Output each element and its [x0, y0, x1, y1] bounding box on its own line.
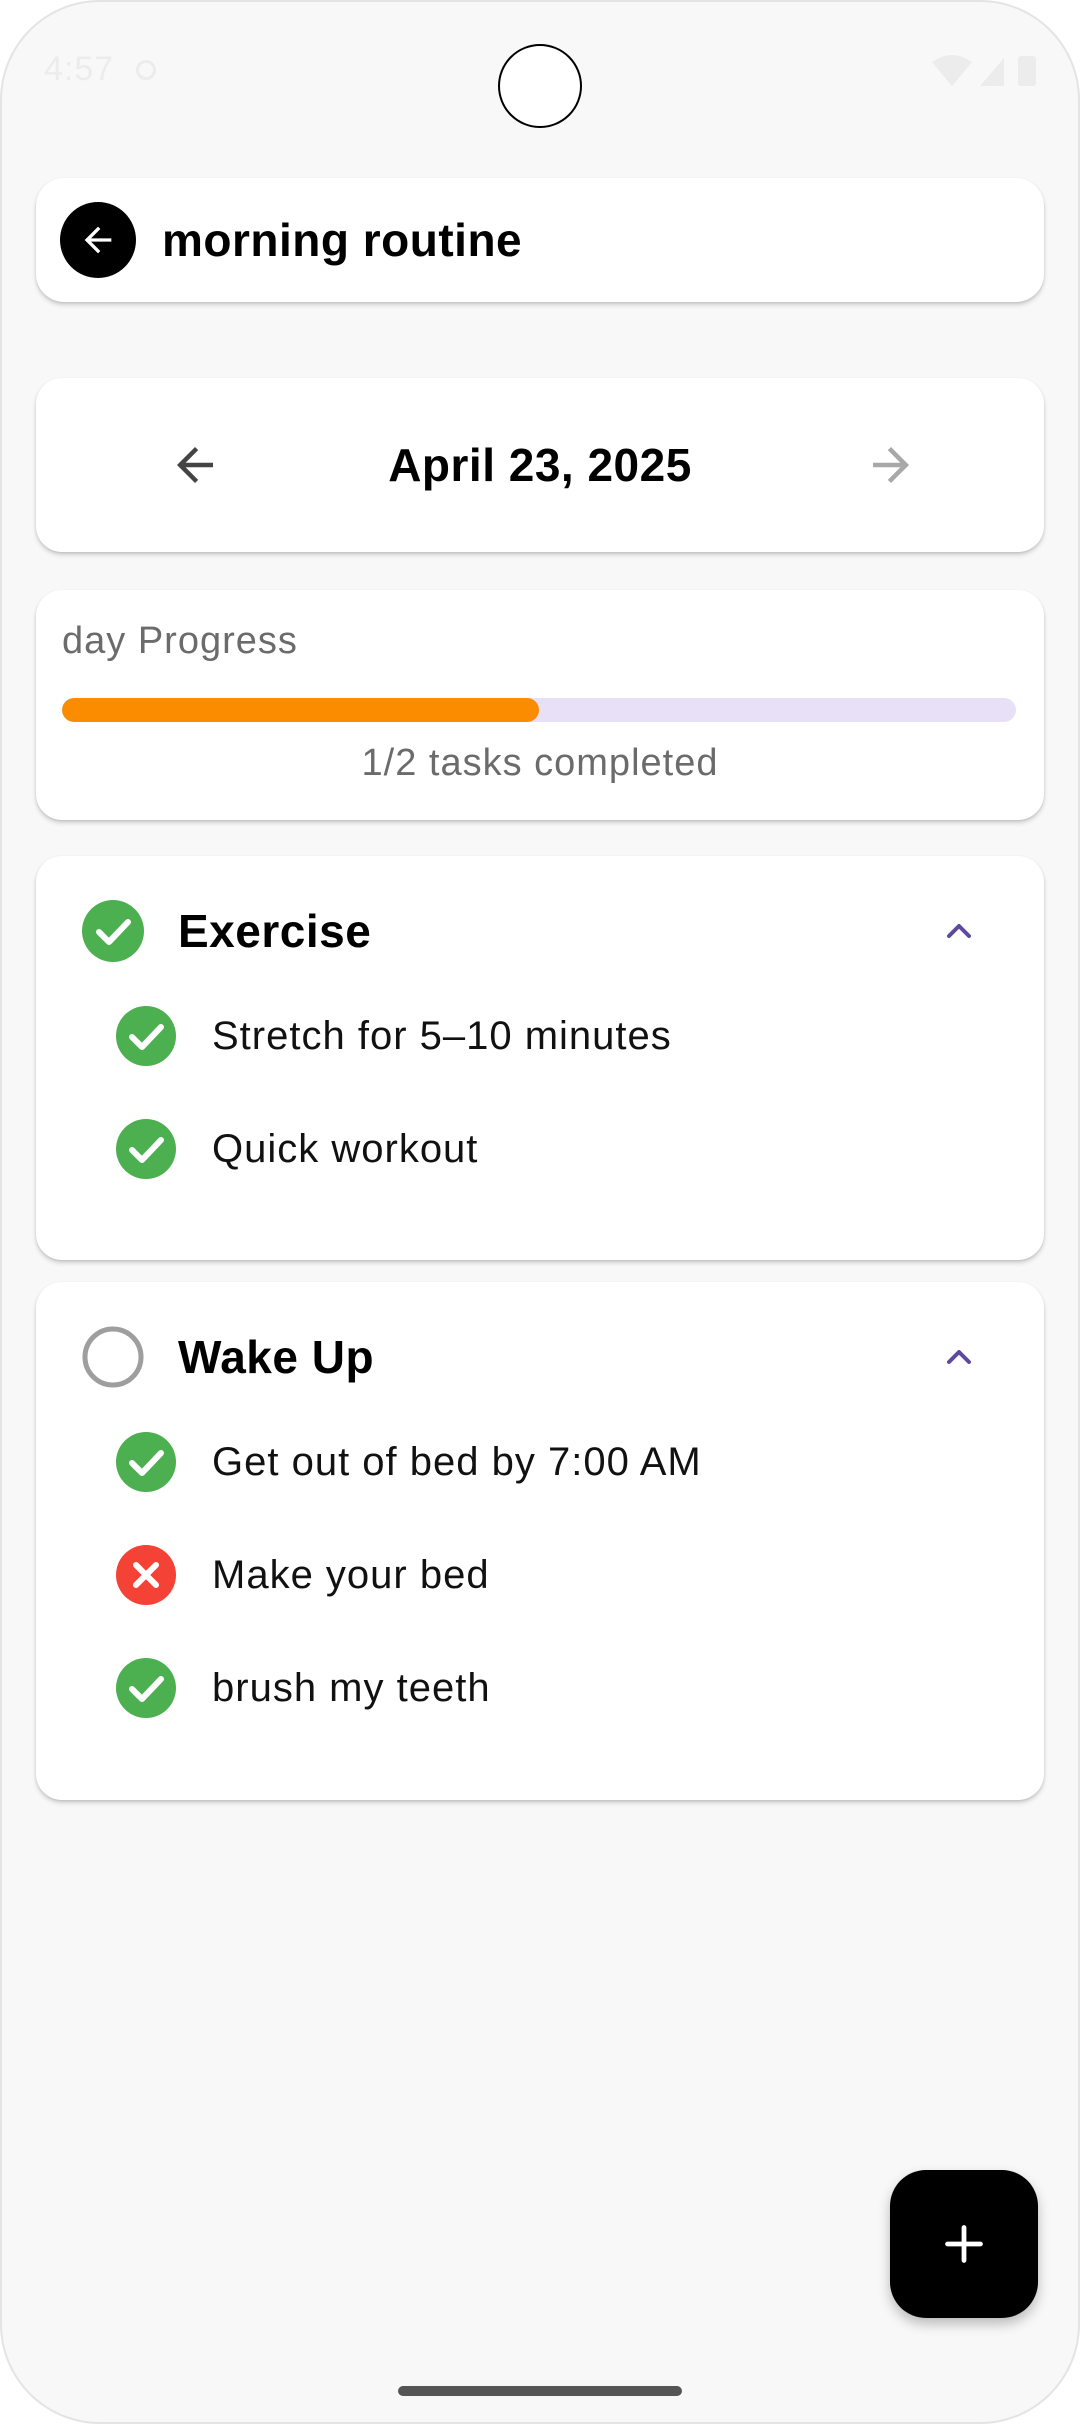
wifi-icon: [932, 55, 972, 86]
home-indicator[interactable]: [398, 2386, 682, 2396]
signal-icon: [980, 58, 1004, 86]
progress-bar: [62, 698, 1016, 722]
group-header[interactable]: Wake Up: [36, 1282, 1044, 1432]
chevron-up-icon: [947, 1350, 971, 1364]
task-label: Make your bed: [212, 1552, 490, 1597]
collapse-button[interactable]: [934, 906, 984, 956]
camera-cutout: [498, 44, 582, 128]
group-header[interactable]: Exercise: [36, 856, 1044, 1006]
status-time: 4:57: [44, 50, 115, 88]
status-icons: [932, 55, 1036, 86]
progress-bar-fill: [62, 698, 539, 722]
notification-icon: [136, 60, 156, 80]
task-label: brush my teeth: [212, 1665, 491, 1710]
check-circle-icon[interactable]: [116, 1432, 176, 1492]
page-title: morning routine: [162, 214, 523, 266]
task-label: Quick workout: [212, 1126, 479, 1171]
task-item[interactable]: brush my teeth: [36, 1638, 1044, 1738]
collapse-button[interactable]: [934, 1332, 984, 1382]
next-day-button[interactable]: [856, 430, 926, 500]
group-title: Exercise: [178, 905, 372, 957]
task-group-wake-up: Wake Up Get out of bed by 7:00 AM Make y…: [36, 1282, 1044, 1800]
day-progress-card: day Progress 1/2 tasks completed: [36, 590, 1044, 820]
back-button[interactable]: [60, 202, 136, 278]
empty-circle-icon[interactable]: [82, 1326, 144, 1388]
check-circle-icon[interactable]: [116, 1006, 176, 1066]
task-item[interactable]: Quick workout: [36, 1099, 1044, 1199]
cross-circle-icon[interactable]: [116, 1545, 176, 1605]
check-circle-icon[interactable]: [82, 900, 144, 962]
check-circle-icon[interactable]: [116, 1119, 176, 1179]
progress-title: day Progress: [62, 620, 298, 662]
add-task-button[interactable]: [890, 2170, 1038, 2318]
plus-icon: [945, 2225, 983, 2263]
app-screen: 4:57 morning routine April 23, 2025 day …: [0, 0, 1080, 2424]
chevron-up-icon: [947, 924, 971, 938]
check-circle-icon[interactable]: [116, 1658, 176, 1718]
arrow-left-icon: [84, 226, 112, 254]
task-label: Get out of bed by 7:00 AM: [212, 1439, 702, 1484]
task-item[interactable]: Make your bed: [36, 1525, 1044, 1625]
task-group-exercise: Exercise Stretch for 5–10 minutes Quick …: [36, 856, 1044, 1260]
battery-icon: [1018, 56, 1036, 86]
progress-text: 1/2 tasks completed: [361, 742, 719, 784]
group-title: Wake Up: [178, 1331, 375, 1383]
arrow-right-icon: [873, 447, 909, 483]
header-bar: morning routine: [36, 178, 1044, 302]
task-item[interactable]: Get out of bed by 7:00 AM: [36, 1412, 1044, 1512]
date-navigator: April 23, 2025: [36, 378, 1044, 552]
task-item[interactable]: Stretch for 5–10 minutes: [36, 986, 1044, 1086]
task-label: Stretch for 5–10 minutes: [212, 1013, 672, 1058]
